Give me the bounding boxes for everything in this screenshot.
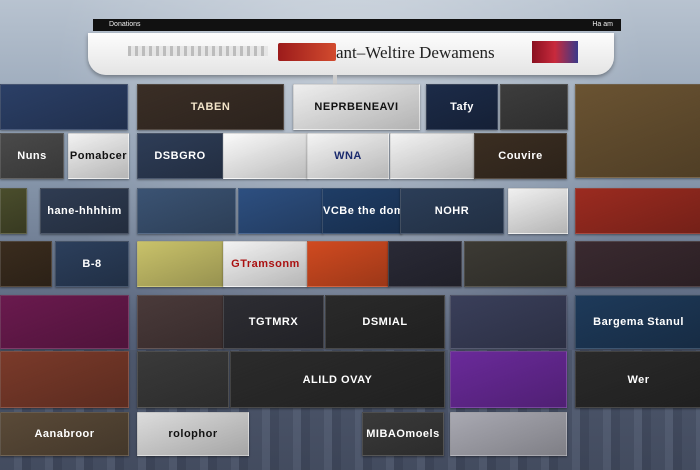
- website-tile: [137, 188, 236, 234]
- website-tile: [307, 241, 389, 287]
- website-tile: NEPRBENEAVI: [293, 84, 420, 130]
- website-tile: DSMIAL: [325, 295, 445, 349]
- website-tile-label: ALILD OVAY: [302, 373, 373, 386]
- website-tile-label: NEPRBENEAVI: [314, 101, 399, 113]
- website-tile: [137, 241, 224, 287]
- website-tile: [450, 295, 567, 349]
- website-tile: Couvire: [474, 133, 567, 179]
- website-tile: [575, 84, 700, 178]
- website-tile: NOHR: [400, 188, 504, 234]
- website-tile-label: VCBe the domax: [323, 205, 401, 217]
- website-tile: [0, 241, 52, 287]
- website-tile: DSBGRO: [137, 133, 223, 179]
- website-tile-label: Tafy: [450, 101, 474, 113]
- website-tile-label: rolophor: [168, 428, 218, 440]
- website-tile: WNA: [307, 133, 389, 179]
- website-tile: rolophor: [137, 412, 249, 456]
- website-tile-label: Couvire: [498, 150, 543, 162]
- website-tile: [0, 351, 129, 408]
- titlebar-left-text: Donations: [109, 21, 141, 28]
- banner-strip: [128, 46, 268, 56]
- website-tile: hane-hhhhim: [40, 188, 129, 234]
- website-tile-label: Aanabroor: [34, 428, 95, 440]
- website-tile: Bargema Stanul: [575, 295, 700, 349]
- website-tile: B-8: [55, 241, 129, 287]
- website-tile: [0, 84, 128, 130]
- website-tile-label: Wer: [627, 373, 650, 386]
- website-tile: TABEN: [137, 84, 284, 130]
- website-tile: [575, 188, 700, 234]
- website-tile: Tafy: [426, 84, 498, 130]
- website-tile: [223, 133, 308, 179]
- website-tile-label: B-8: [82, 258, 102, 270]
- website-tile: [450, 412, 567, 456]
- website-tile-label: hane-hhhhim: [47, 205, 122, 217]
- banner: ant–Weltire Dewamens: [88, 33, 614, 75]
- website-tile: [0, 295, 129, 349]
- website-tile: GTramsonm: [223, 241, 308, 287]
- website-tile: [390, 133, 475, 179]
- website-tile-label: DSBGRO: [154, 150, 206, 162]
- website-tile: VCBe the domax: [322, 188, 402, 234]
- banner-title: ant–Weltire Dewamens: [336, 43, 495, 62]
- website-tile: [500, 84, 568, 130]
- window-titlebar: Donations Ha am: [93, 19, 621, 31]
- website-tile-label: Nuns: [17, 150, 47, 162]
- website-tile-label: Pomabcer: [69, 150, 128, 162]
- website-tile: [450, 351, 567, 408]
- titlebar-right-text: Ha am: [592, 21, 613, 28]
- website-tile-label: NOHR: [434, 205, 470, 217]
- website-tile: [388, 241, 462, 287]
- website-tile-label: TGTMRX: [248, 316, 299, 328]
- website-tile: Pomabcer: [68, 133, 129, 179]
- website-tile: [0, 188, 27, 234]
- website-tile-label: GTramsonm: [231, 258, 300, 270]
- website-tile-label: WNA: [334, 150, 362, 162]
- website-tile: MIBAOmoels: [362, 412, 444, 456]
- website-tile: ALILD OVAY: [230, 351, 445, 408]
- website-tile: Nuns: [0, 133, 64, 179]
- website-tile: Aanabroor: [0, 412, 129, 456]
- website-tile: Wer: [575, 351, 700, 408]
- website-tile-label: DSMIAL: [362, 316, 408, 328]
- website-tile: [137, 351, 229, 408]
- website-tile: [137, 295, 224, 349]
- website-tile-label: Bargema Stanul: [593, 316, 684, 328]
- website-tile-label: TABEN: [190, 101, 231, 113]
- website-tile: [238, 188, 323, 234]
- website-tile: [508, 188, 568, 234]
- website-tile: [464, 241, 567, 287]
- banner-logo-right: [532, 41, 578, 63]
- website-tile: [575, 241, 700, 287]
- website-tile-label: MIBAOmoels: [366, 428, 440, 440]
- website-tile: TGTMRX: [223, 295, 324, 349]
- banner-logo-left: [278, 43, 336, 61]
